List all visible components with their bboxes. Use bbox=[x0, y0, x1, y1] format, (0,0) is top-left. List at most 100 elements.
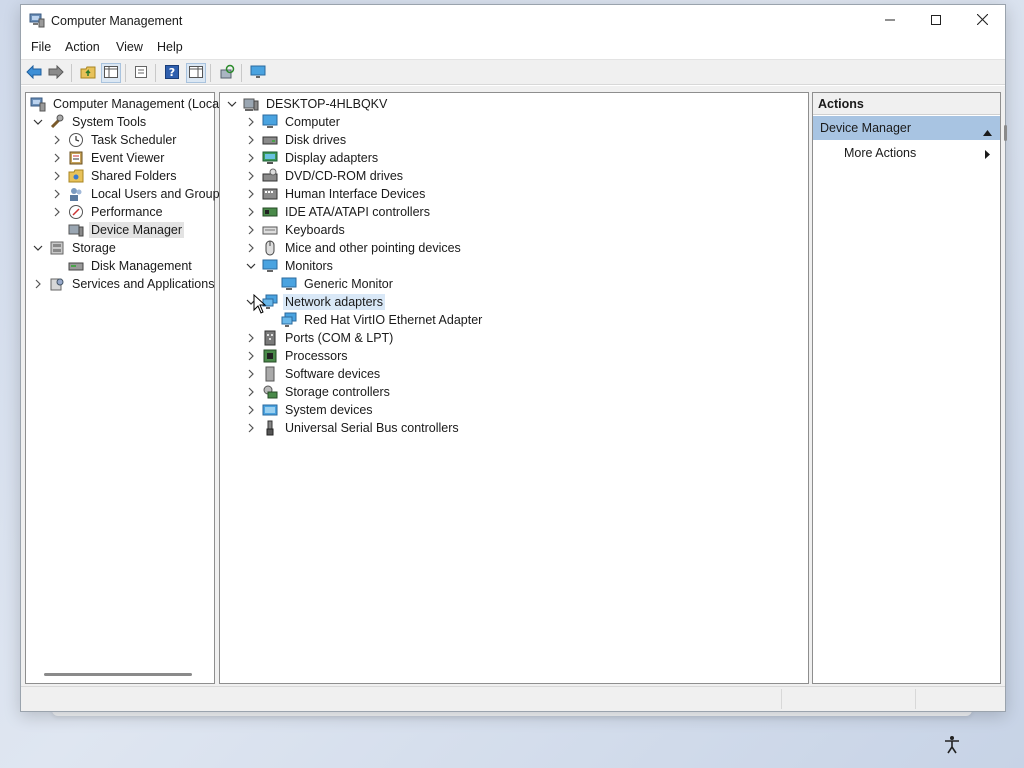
properties-button[interactable] bbox=[131, 63, 151, 83]
tree-item-label: Network adapters bbox=[283, 294, 385, 310]
dvd-drive-icon bbox=[262, 168, 278, 184]
close-button[interactable] bbox=[959, 5, 1005, 37]
device-category-system-devices[interactable]: System devices bbox=[245, 401, 375, 419]
menu-view[interactable]: View bbox=[116, 40, 143, 54]
scan-hardware-button[interactable] bbox=[217, 63, 237, 83]
device-category-ports-com-lpt[interactable]: Ports (COM & LPT) bbox=[245, 329, 395, 347]
console-tree-item-performance[interactable]: Performance bbox=[51, 203, 165, 221]
chevron-right-icon[interactable] bbox=[51, 206, 63, 218]
tree-item-label: Event Viewer bbox=[91, 151, 165, 165]
chevron-right-icon[interactable] bbox=[245, 386, 257, 398]
device-category-computer[interactable]: Computer bbox=[245, 113, 342, 131]
chevron-right-icon[interactable] bbox=[245, 332, 257, 344]
device-category-ide-ata-atapi-controllers[interactable]: IDE ATA/ATAPI controllers bbox=[245, 203, 432, 221]
console-tree-item-event-viewer[interactable]: Event Viewer bbox=[51, 149, 166, 167]
device-manager-pane[interactable]: DESKTOP-4HLBQKV Computer Disk drives Displ… bbox=[219, 92, 809, 684]
more-actions-item[interactable]: More Actions bbox=[844, 146, 916, 160]
show-hide-action-pane-icon bbox=[189, 65, 203, 81]
chevron-down-icon[interactable] bbox=[226, 98, 238, 110]
display-adapter-icon bbox=[262, 150, 278, 166]
device-category-keyboards[interactable]: Keyboards bbox=[245, 221, 347, 239]
status-bar bbox=[21, 686, 1005, 711]
status-segment bbox=[915, 689, 1001, 709]
device-category-universal-serial-bus-controllers[interactable]: Universal Serial Bus controllers bbox=[245, 419, 461, 437]
title-bar[interactable]: Computer Management bbox=[21, 5, 1005, 37]
toolbar-separator bbox=[155, 64, 156, 82]
menu-file[interactable]: File bbox=[31, 40, 51, 54]
back-button[interactable] bbox=[24, 63, 44, 83]
forward-button[interactable] bbox=[46, 63, 66, 83]
device-category-storage-controllers[interactable]: Storage controllers bbox=[245, 383, 392, 401]
device-category-dvd-cd-rom-drives[interactable]: DVD/CD-ROM drives bbox=[245, 167, 405, 185]
chevron-right-icon[interactable] bbox=[51, 170, 63, 182]
device-tree-root[interactable]: DESKTOP-4HLBQKV bbox=[226, 95, 389, 113]
chevron-right-icon[interactable] bbox=[245, 116, 257, 128]
menu-action[interactable]: Action bbox=[65, 40, 100, 54]
tree-item-label: Performance bbox=[91, 205, 163, 219]
device-category-mice-and-other-pointing-devices[interactable]: Mice and other pointing devices bbox=[245, 239, 463, 257]
chevron-right-icon[interactable] bbox=[51, 152, 63, 164]
show-hide-console-tree-button[interactable] bbox=[101, 63, 121, 83]
console-tree-pane[interactable]: Computer Management (Local System Tools T… bbox=[25, 92, 226, 684]
computer-management-icon bbox=[30, 96, 46, 112]
console-tree-item-services-and-applications[interactable]: Services and Applications bbox=[32, 275, 216, 293]
actions-section-device-manager[interactable]: Device Manager bbox=[813, 116, 1000, 140]
collapse-up-icon[interactable] bbox=[983, 125, 992, 139]
chevron-right-icon[interactable] bbox=[245, 224, 257, 236]
up-one-level-button[interactable] bbox=[78, 63, 98, 83]
chevron-right-icon[interactable] bbox=[51, 134, 63, 146]
chevron-right-icon[interactable] bbox=[245, 206, 257, 218]
clock-icon bbox=[68, 132, 84, 148]
help-button[interactable]: ? bbox=[162, 63, 182, 83]
device-category-software-devices[interactable]: Software devices bbox=[245, 365, 382, 383]
console-tree-item-storage[interactable]: Storage bbox=[32, 239, 118, 257]
console-tree-item-local-users-and-groups[interactable]: Local Users and Groups bbox=[51, 185, 228, 203]
services-icon bbox=[49, 276, 65, 292]
device-category-display-adapters[interactable]: Display adapters bbox=[245, 149, 380, 167]
minimize-button[interactable] bbox=[867, 5, 913, 37]
chevron-down-icon[interactable] bbox=[32, 116, 44, 128]
chevron-right-icon[interactable] bbox=[245, 134, 257, 146]
chevron-right-icon[interactable] bbox=[245, 242, 257, 254]
chevron-down-icon[interactable] bbox=[32, 242, 44, 254]
chevron-right-icon[interactable] bbox=[245, 404, 257, 416]
tree-item-label: Generic Monitor bbox=[304, 277, 393, 291]
display-button[interactable] bbox=[248, 63, 268, 83]
tree-item-label: Services and Applications bbox=[72, 277, 215, 291]
device-category-monitors[interactable]: Monitors bbox=[245, 257, 335, 275]
device-category-disk-drives[interactable]: Disk drives bbox=[245, 131, 348, 149]
console-tree-item-device-manager[interactable]: Device Manager bbox=[51, 221, 185, 239]
console-tree-item-disk-management[interactable]: Disk Management bbox=[51, 257, 194, 275]
menu-help[interactable]: Help bbox=[157, 40, 183, 54]
submenu-arrow-icon bbox=[985, 148, 990, 162]
chevron-right-icon[interactable] bbox=[245, 368, 257, 380]
chevron-right-icon[interactable] bbox=[245, 152, 257, 164]
device-category-generic-monitor[interactable]: Generic Monitor bbox=[264, 275, 395, 293]
chevron-right-icon[interactable] bbox=[245, 350, 257, 362]
tree-item-label: IDE ATA/ATAPI controllers bbox=[285, 205, 430, 219]
tree-item-label: Monitors bbox=[285, 259, 333, 273]
device-category-processors[interactable]: Processors bbox=[245, 347, 350, 365]
window-scrollbar[interactable] bbox=[1004, 125, 1007, 141]
console-tree-item-system-tools[interactable]: System Tools bbox=[32, 113, 148, 131]
device-category-red-hat-virtio-ethernet-adapter[interactable]: Red Hat VirtIO Ethernet Adapter bbox=[264, 311, 484, 329]
tree-item-label: Mice and other pointing devices bbox=[285, 241, 461, 255]
chevron-right-icon[interactable] bbox=[245, 422, 257, 434]
console-tree-item-shared-folders[interactable]: Shared Folders bbox=[51, 167, 178, 185]
console-tree-item-task-scheduler[interactable]: Task Scheduler bbox=[51, 131, 178, 149]
chevron-right-icon[interactable] bbox=[245, 170, 257, 182]
chevron-right-icon[interactable] bbox=[32, 278, 44, 290]
chevron-right-icon[interactable] bbox=[51, 188, 63, 200]
tree-root-computer-management[interactable]: Computer Management (Local bbox=[30, 95, 224, 113]
show-hide-action-pane-button[interactable] bbox=[186, 63, 206, 83]
menu-bar: File Action View Help bbox=[21, 37, 1005, 59]
tree-item-label: Shared Folders bbox=[91, 169, 177, 183]
chevron-down-icon[interactable] bbox=[245, 260, 257, 272]
users-icon bbox=[68, 186, 84, 202]
maximize-button[interactable] bbox=[913, 5, 959, 37]
device-category-human-interface-devices[interactable]: Human Interface Devices bbox=[245, 185, 427, 203]
scan-hardware-icon bbox=[219, 64, 235, 83]
chevron-right-icon[interactable] bbox=[245, 188, 257, 200]
accessibility-icon[interactable] bbox=[942, 735, 962, 755]
horizontal-scrollbar[interactable] bbox=[44, 673, 192, 676]
